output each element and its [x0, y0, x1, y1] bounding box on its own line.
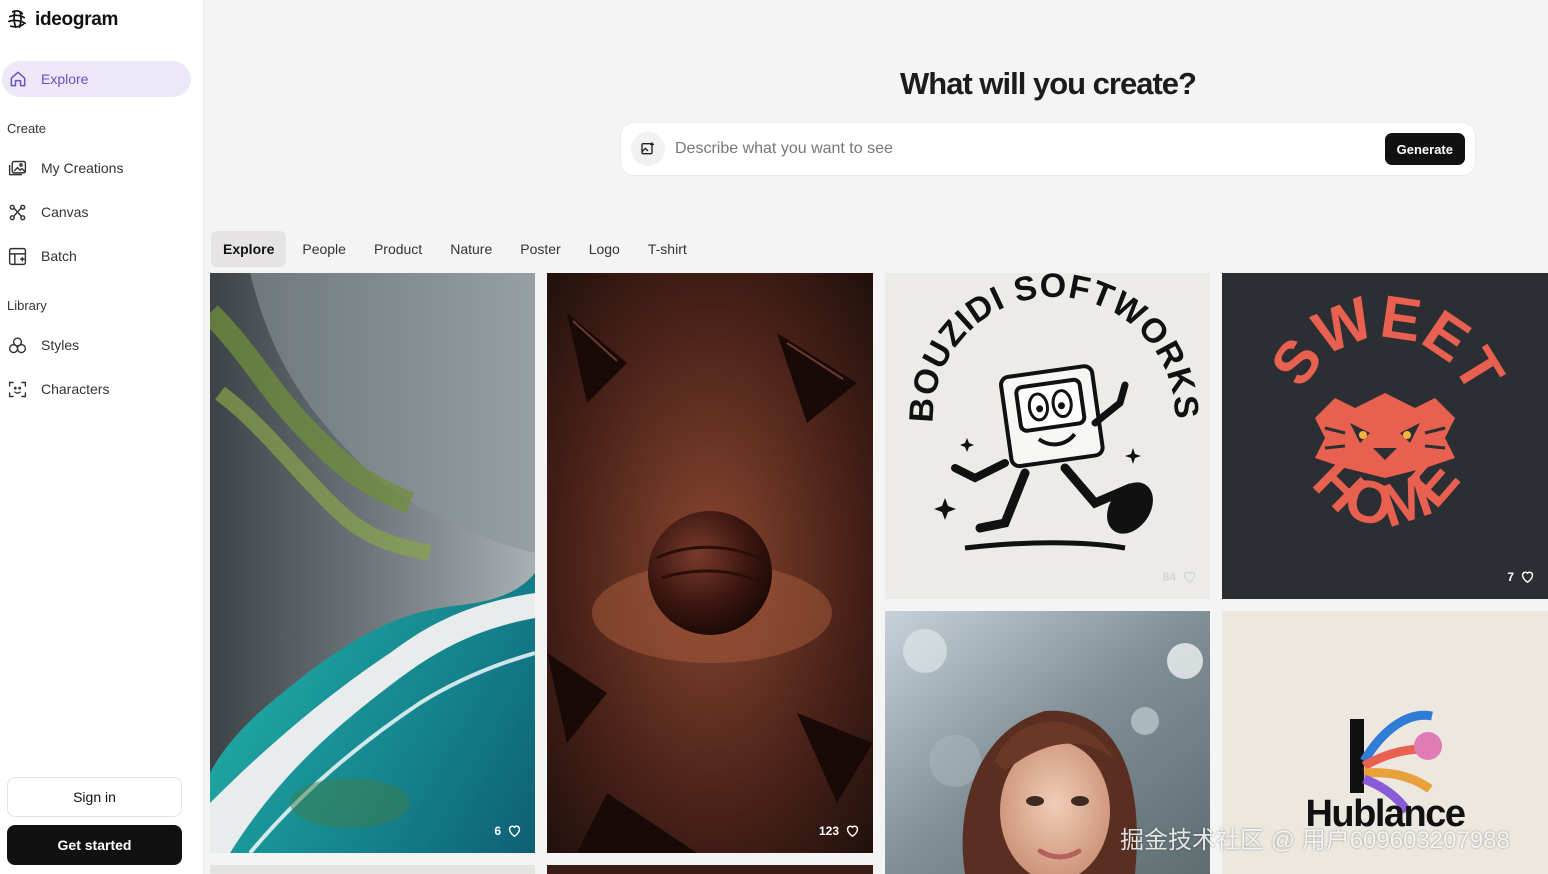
gallery-card-next-2[interactable] [547, 865, 873, 874]
app-root: ideogram Explore Create My Creations Can… [0, 0, 1548, 874]
tab-nature[interactable]: Nature [438, 231, 504, 267]
like-count-value: 6 [494, 823, 501, 838]
sidebar-item-explore[interactable]: Explore [2, 61, 191, 97]
bouzidi-softworks-logo: BOUZIDI SOFTWORKS [902, 273, 1205, 551]
heart-icon [846, 825, 859, 838]
sidebar-item-label: My Creations [41, 160, 124, 176]
gallery-card-chocolate[interactable]: 123 [547, 273, 873, 853]
brand-logo[interactable]: ideogram [6, 8, 118, 31]
sidebar-item-label: Explore [41, 71, 89, 87]
page-title: What will you create? [900, 66, 1197, 101]
gallery-card-coastal-cliff[interactable]: 6 [210, 273, 535, 853]
prompt-input[interactable] [675, 140, 1385, 158]
sign-in-button[interactable]: Sign in [7, 777, 182, 817]
sidebar-item-label: Characters [41, 381, 110, 397]
heart-icon [1183, 571, 1196, 584]
canvas-icon [9, 204, 26, 220]
sidebar-item-my-creations[interactable]: My Creations [7, 153, 192, 183]
gallery-card-next-1[interactable] [210, 865, 535, 874]
styles-icon [8, 336, 27, 353]
tab-tshirt[interactable]: T-shirt [636, 231, 699, 267]
sidebar-item-batch[interactable]: Batch [7, 241, 192, 271]
like-count[interactable]: 84 [1163, 568, 1198, 585]
sidebar-item-styles[interactable]: Styles [7, 330, 192, 360]
section-label-library: Library [7, 298, 47, 313]
sidebar-item-label: Canvas [41, 204, 89, 220]
sidebar-item-label: Styles [41, 337, 80, 353]
get-started-button[interactable]: Get started [7, 825, 182, 865]
sidebar-item-characters[interactable]: Characters [7, 374, 192, 404]
svg-text:SWEET: SWEET [1258, 282, 1518, 403]
sidebar-item-label: Batch [41, 248, 77, 264]
chocolate-truffle-image [547, 273, 873, 853]
batch-icon [8, 247, 27, 265]
ideogram-logo-icon [8, 9, 27, 29]
tab-people[interactable]: People [290, 231, 358, 267]
like-count[interactable]: 123 [819, 822, 861, 839]
sidebar: ideogram Explore Create My Creations Can… [0, 0, 204, 874]
like-count-value: 123 [818, 823, 839, 838]
section-label-create: Create [7, 121, 47, 136]
gallery-icon [8, 160, 27, 175]
watermark: 掘金技术社区 @ 用户609603207988 [1120, 827, 1510, 854]
prompt-bar: Generate [620, 122, 1476, 176]
tab-product[interactable]: Product [362, 231, 434, 267]
like-count-value: 84 [1162, 569, 1176, 584]
like-count[interactable]: 7 [1507, 568, 1536, 585]
sidebar-item-canvas[interactable]: Canvas [7, 197, 192, 227]
generate-button[interactable]: Generate [1384, 133, 1465, 165]
home-icon [10, 71, 26, 87]
tab-logo[interactable]: Logo [577, 231, 632, 267]
image-upload-button[interactable] [631, 132, 665, 166]
brand-name: ideogram [35, 8, 119, 30]
gallery-card-bouzidi[interactable]: BOUZIDI SOFTWORKS 84 [885, 273, 1210, 599]
heart-icon [508, 825, 521, 838]
category-tabs: Explore People Product Nature Poster Log… [211, 231, 703, 267]
tab-explore[interactable]: Explore [211, 231, 287, 267]
sweet-home-lion-logo: SWEET HOME [1258, 282, 1518, 540]
image-upload-icon [641, 142, 654, 155]
gallery-card-sweet-home[interactable]: SWEET HOME 7 [1222, 273, 1548, 599]
coastal-cliff-image [210, 273, 535, 853]
like-count-value: 7 [1507, 569, 1514, 584]
sweet-text: SWEET [1258, 282, 1518, 403]
heart-icon [1521, 571, 1534, 584]
tab-poster[interactable]: Poster [508, 231, 572, 267]
like-count[interactable]: 6 [494, 822, 523, 839]
characters-icon [8, 381, 27, 397]
